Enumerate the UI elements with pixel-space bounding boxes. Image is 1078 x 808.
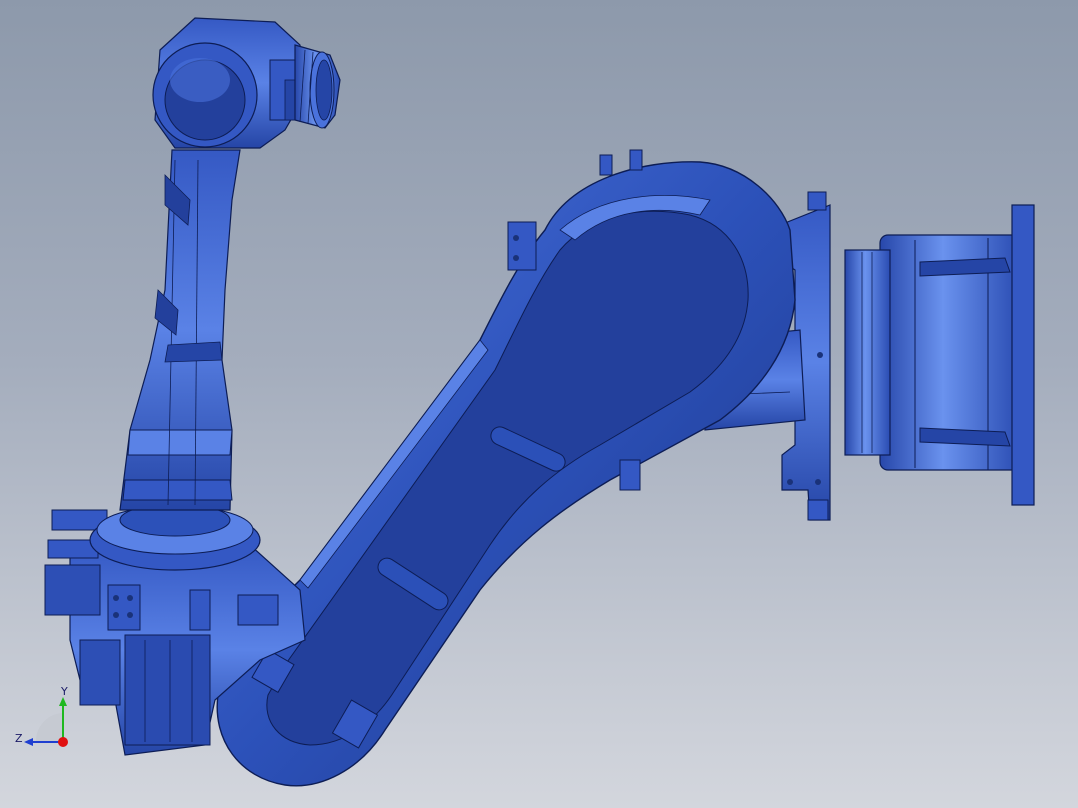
triad-z-label: Z bbox=[15, 732, 23, 745]
robot-arm-model[interactable] bbox=[0, 0, 1078, 808]
wrist-head bbox=[152, 17, 306, 149]
tool-flange bbox=[294, 44, 341, 129]
lower-arm-link bbox=[216, 149, 796, 787]
forearm-link bbox=[119, 149, 241, 511]
elbow-disc bbox=[89, 503, 261, 571]
orientation-triad: Y Z bbox=[8, 685, 88, 755]
base-flange bbox=[844, 204, 1035, 506]
triad-y-label: Y bbox=[61, 685, 68, 698]
graphics-viewport[interactable]: Y Z bbox=[0, 0, 1078, 808]
